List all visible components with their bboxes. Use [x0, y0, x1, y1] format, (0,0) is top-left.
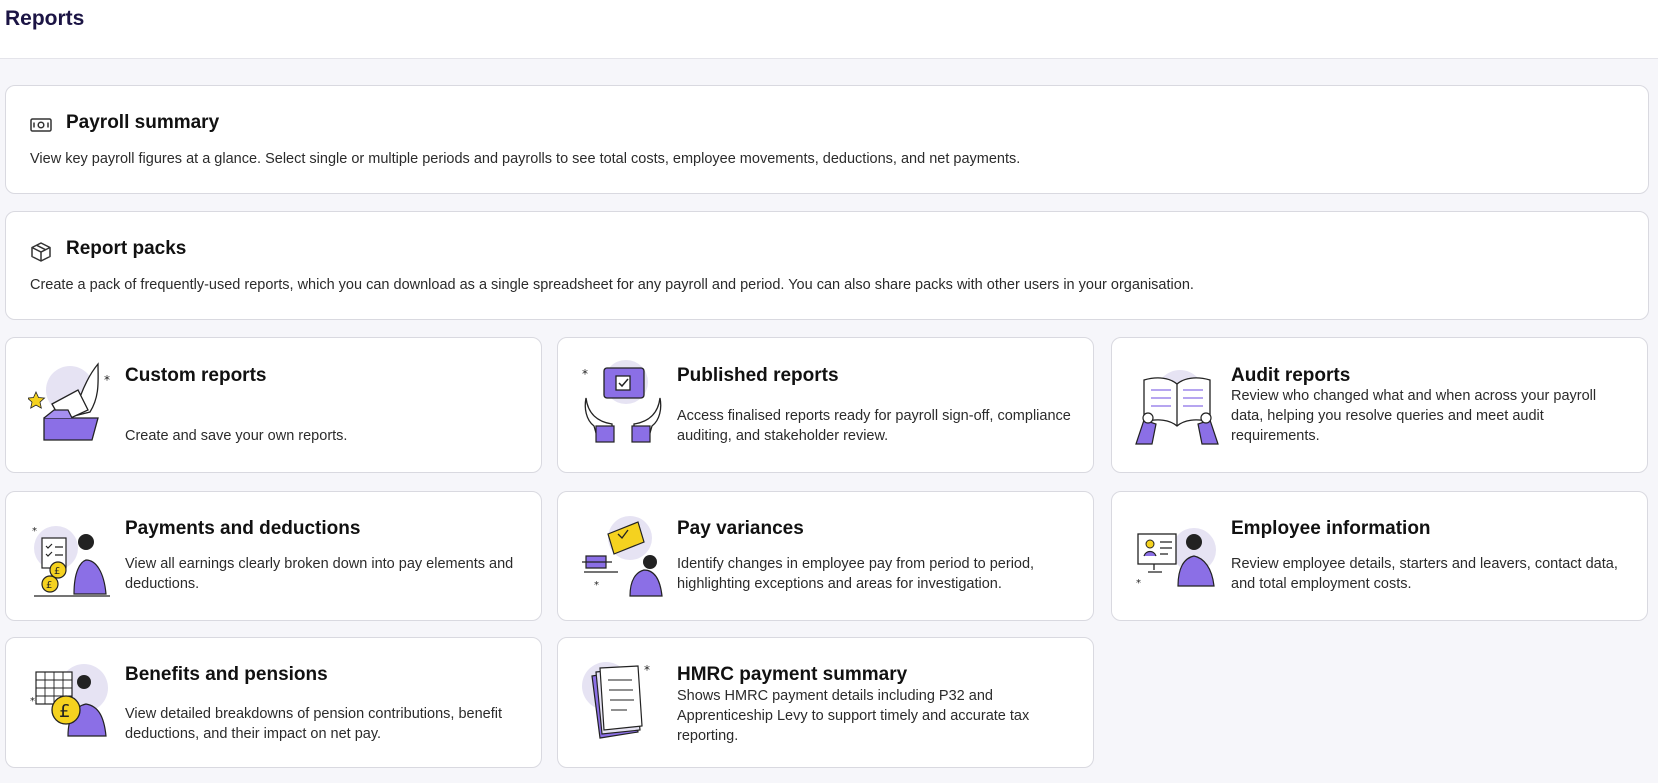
employee-information-description: Review employee details, starters and le… [1231, 556, 1618, 592]
published-reports-description: Access finalised reports ready for payro… [677, 408, 1071, 444]
svg-text:£: £ [46, 580, 52, 591]
payments-and-deductions-title: Payments and deductions [125, 518, 361, 539]
report-packs-description: Create a pack of frequently-used reports… [30, 277, 1194, 293]
report-packs-card[interactable]: Report packs Create a pack of frequently… [5, 211, 1649, 320]
benefits-and-pensions-card[interactable]: £ * Benefits and pensions View detailed … [5, 637, 542, 768]
pay-variances-card[interactable]: * Pay variances Identify changes in empl… [557, 491, 1094, 621]
published-reports-illustration-icon: * [580, 360, 666, 446]
payments-and-deductions-description: View all earnings clearly broken down in… [125, 556, 514, 592]
published-reports-card[interactable]: * Published reports Access finalised rep… [557, 337, 1094, 473]
hmrc-payment-summary-card[interactable]: * HMRC payment summary Shows HMRC paymen… [557, 637, 1094, 768]
svg-text:£: £ [54, 566, 60, 577]
payments-and-deductions-illustration-icon: £ £ * [28, 516, 114, 602]
top-bar: Reports [0, 0, 1658, 59]
hmrc-payment-summary-description: Shows HMRC payment details including P32… [677, 688, 1030, 744]
hmrc-payment-summary-title: HMRC payment summary [677, 664, 908, 685]
banknote-icon [29, 115, 53, 135]
audit-reports-card[interactable]: Audit reports Review who changed what an… [1111, 337, 1648, 473]
custom-reports-description: Create and save your own reports. [125, 428, 348, 444]
report-packs-title: Report packs [66, 238, 187, 259]
pay-variances-title: Pay variances [677, 518, 804, 539]
custom-reports-title: Custom reports [125, 365, 267, 386]
page-title: Reports [5, 7, 85, 30]
pay-variances-illustration-icon: * [580, 516, 666, 602]
svg-text:*: * [1136, 578, 1141, 589]
svg-text:*: * [32, 526, 37, 537]
published-reports-title: Published reports [677, 365, 839, 386]
svg-text:*: * [644, 663, 650, 677]
audit-reports-title: Audit reports [1231, 365, 1351, 386]
hmrc-payment-summary-illustration-icon: * [580, 660, 666, 746]
employee-information-illustration-icon: * [1134, 516, 1220, 602]
payments-and-deductions-card[interactable]: £ £ * Payments and deductions View all e… [5, 491, 542, 621]
custom-reports-card[interactable]: * Custom reports Create and save your ow… [5, 337, 542, 473]
audit-reports-description: Review who changed what and when across … [1231, 388, 1597, 444]
payroll-summary-description: View key payroll figures at a glance. Se… [30, 151, 1021, 167]
svg-text:*: * [582, 367, 588, 381]
svg-text:*: * [30, 696, 35, 707]
benefits-and-pensions-title: Benefits and pensions [125, 664, 328, 685]
package-icon [29, 241, 53, 262]
benefits-and-pensions-description: View detailed breakdowns of pension cont… [125, 706, 502, 742]
audit-reports-illustration-icon [1134, 360, 1220, 446]
payroll-summary-title: Payroll summary [66, 112, 220, 133]
payroll-summary-card[interactable]: Payroll summary View key payroll figures… [5, 85, 1649, 194]
custom-reports-illustration-icon: * [28, 360, 114, 446]
pay-variances-description: Identify changes in employee pay from pe… [677, 556, 1035, 592]
employee-information-title: Employee information [1231, 518, 1431, 539]
benefits-and-pensions-illustration-icon: £ * [28, 660, 114, 746]
svg-text:*: * [594, 580, 599, 591]
svg-text:*: * [104, 373, 110, 387]
employee-information-card[interactable]: * Employee information Review employee d… [1111, 491, 1648, 621]
svg-text:£: £ [59, 701, 70, 722]
